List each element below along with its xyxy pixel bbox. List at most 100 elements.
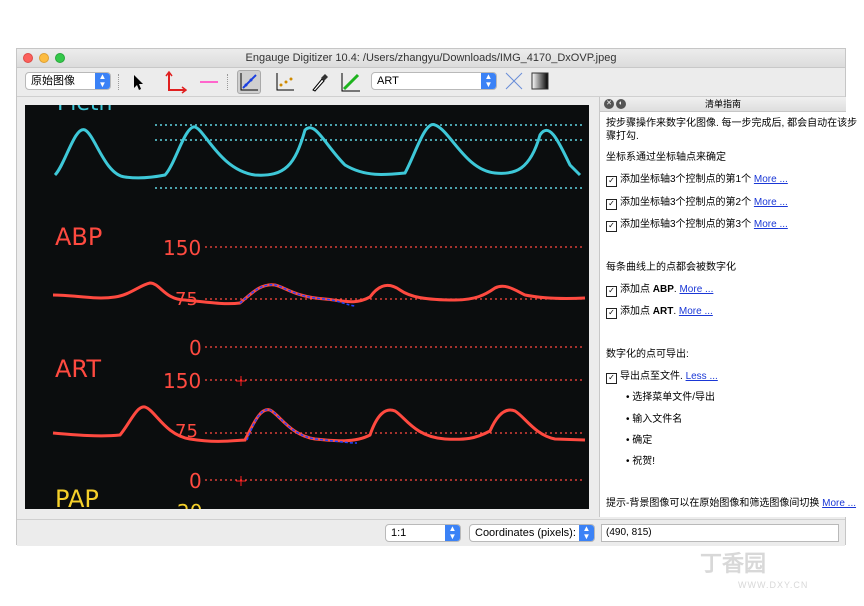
export-sub-1-label: 选择菜单文件/导出 [632, 392, 716, 403]
art-label: ART [55, 355, 101, 383]
checkbox-checked-icon: ✓ [606, 176, 617, 187]
more-link[interactable]: More ... [679, 306, 713, 317]
curve-point-tool-button[interactable] [237, 70, 261, 94]
checkbox-checked-icon: ✓ [606, 308, 617, 319]
select-arrow-icon [134, 75, 143, 90]
intro-line1: 按步骤操作来数字化图像. 每一步完成后, 都会自动在该步 [606, 118, 858, 129]
axis-step-2: ✓ 添加坐标轴3个控制点的第2个 More ... [606, 196, 788, 210]
watermark-url: WWW.DXY.CN [738, 580, 809, 590]
more-link[interactable]: More ... [679, 284, 713, 295]
point-match-tool-button[interactable] [273, 70, 297, 94]
curve-select[interactable]: ART ▲ ▼ [371, 72, 497, 90]
curve-heading: 每条曲线上的点都会被数字化 [606, 262, 736, 273]
axis-step-3-label: 添加坐标轴3个控制点的第3个 [620, 219, 752, 230]
axis-step-1: ✓ 添加坐标轴3个控制点的第1个 More ... [606, 173, 788, 187]
abp-150-label: 150 [163, 236, 201, 260]
select-tool-button[interactable] [125, 70, 149, 94]
pap-label: PAP [55, 485, 99, 509]
more-link[interactable]: More ... [754, 219, 788, 230]
float-panel-icon[interactable]: ◐ [616, 99, 626, 109]
background-select[interactable]: 原始图像 ▲ ▼ [25, 72, 111, 90]
checkbox-checked-icon: ✓ [606, 286, 617, 297]
pleth-label: Pleth [57, 105, 112, 116]
background-select-value: 原始图像 [31, 75, 75, 87]
pap-20-label: 20 [177, 500, 202, 509]
checklist-toggle-button[interactable] [503, 70, 527, 94]
coordinates-mode-select[interactable]: Coordinates (pixels): ▲ ▼ [469, 524, 595, 542]
chevron-updown-icon: ▲ ▼ [95, 73, 110, 89]
grayscale-toggle-button[interactable] [529, 70, 553, 94]
toolbar: 原始图像 ▲ ▼ ART ▲ ▼ [17, 68, 845, 97]
window-title: Engauge Digitizer 10.4: /Users/zhangyu/D… [245, 52, 617, 64]
export-step-label: 导出点至文件. [620, 371, 683, 382]
checklist-x-icon [505, 72, 523, 90]
axis-step-2-label: 添加坐标轴3个控制点的第2个 [620, 197, 752, 208]
checkbox-checked-icon: ✓ [606, 199, 617, 210]
export-heading: 数字化的点可导出: [606, 349, 689, 360]
axis-point-icon [165, 70, 188, 94]
curve-step-art: ✓ 添加点 ART. More ... [606, 305, 713, 319]
app-window: Engauge Digitizer 10.4: /Users/zhangyu/D… [16, 48, 857, 546]
export-sub-3-label: 确定 [632, 435, 653, 446]
art-150-label: 150 [163, 369, 201, 393]
more-link[interactable]: More ... [754, 174, 788, 185]
curve-point-icon [240, 73, 258, 91]
title-bar: Engauge Digitizer 10.4: /Users/zhangyu/D… [17, 49, 845, 68]
export-sub-3: • 确定 [626, 435, 653, 446]
segment-fill-icon [341, 73, 360, 92]
intro-line2: 骤打勾. [606, 131, 639, 142]
abp-label: ABP [55, 223, 102, 251]
axis-heading: 坐标系通过坐标轴点来确定 [606, 152, 726, 163]
image-canvas[interactable]: Pleth ABP 150 75 0 ART 150 75 0 [25, 105, 589, 509]
less-link[interactable]: Less ... [686, 371, 718, 382]
status-bar: 1:1 ▲ ▼ Coordinates (pixels): ▲ ▼ (490, 81… [17, 519, 845, 546]
checklist-header: ✕ ◐ 清单指南 [600, 97, 846, 112]
curve-name-art: ART [652, 306, 674, 317]
monitor-image: Pleth ABP 150 75 0 ART 150 75 0 [25, 105, 589, 509]
curve-select-value: ART [377, 75, 399, 87]
export-sub-4: • 祝贺! [626, 456, 656, 467]
close-panel-icon[interactable]: ✕ [604, 99, 614, 109]
segment-fill-tool-button[interactable] [339, 70, 363, 94]
tip-text: 提示-背景图像可以在原始图像和筛选图像间切换 [606, 498, 820, 509]
zoom-select[interactable]: 1:1 ▲ ▼ [385, 524, 461, 542]
curve-step-abp: ✓ 添加点 ABP. More ... [606, 283, 713, 297]
point-match-icon [276, 73, 294, 91]
export-sub-4-label: 祝贺! [632, 456, 656, 467]
close-window-button[interactable] [23, 53, 33, 63]
scale-bar-icon [200, 81, 218, 83]
axis-step-3: ✓ 添加坐标轴3个控制点的第3个 More ... [606, 218, 788, 232]
export-step: ✓ 导出点至文件. Less ... [606, 370, 718, 384]
color-picker-icon [312, 74, 328, 92]
checkbox-checked-icon: ✓ [606, 221, 617, 232]
export-sub-1: • 选择菜单文件/导出 [626, 392, 716, 403]
chevron-updown-icon: ▲ ▼ [481, 73, 496, 89]
color-picker-tool-button[interactable] [307, 70, 331, 94]
scale-bar-tool-button[interactable] [197, 70, 221, 94]
curve-step-prefix: 添加点 [620, 306, 653, 317]
coordinates-mode-value: Coordinates (pixels): [475, 527, 576, 539]
checkbox-checked-icon: ✓ [606, 373, 617, 384]
chevron-updown-icon: ▲ ▼ [445, 525, 460, 541]
grayscale-icon [531, 72, 549, 90]
tip-line: 提示-背景图像可以在原始图像和筛选图像间切换 More ... [606, 497, 856, 510]
axis-step-1-label: 添加坐标轴3个控制点的第1个 [620, 174, 752, 185]
minimize-window-button[interactable] [39, 53, 49, 63]
toolbar-separator [118, 74, 120, 90]
zoom-select-value: 1:1 [391, 527, 407, 539]
export-sub-2: • 输入文件名 [626, 414, 683, 425]
zoom-window-button[interactable] [55, 53, 65, 63]
art-0-label: 0 [189, 469, 202, 493]
coordinates-readout: (490, 815) [601, 524, 839, 542]
watermark-logo: 丁香园 [700, 551, 767, 576]
checklist-title: 清单指南 [704, 99, 741, 109]
abp-0-label: 0 [189, 336, 202, 360]
more-link[interactable]: More ... [754, 197, 788, 208]
toolbar-separator [227, 74, 229, 90]
curve-step-prefix: 添加点 [620, 284, 653, 295]
more-link[interactable]: More ... [822, 498, 856, 509]
axis-point-tool-button[interactable] [163, 70, 188, 94]
curve-name-abp: ABP [652, 284, 674, 295]
export-sub-2-label: 输入文件名 [632, 414, 683, 425]
checklist-panel: ✕ ◐ 清单指南 按步骤操作来数字化图像. 每一步完成后, 都会自动在该步 骤打… [599, 97, 857, 517]
